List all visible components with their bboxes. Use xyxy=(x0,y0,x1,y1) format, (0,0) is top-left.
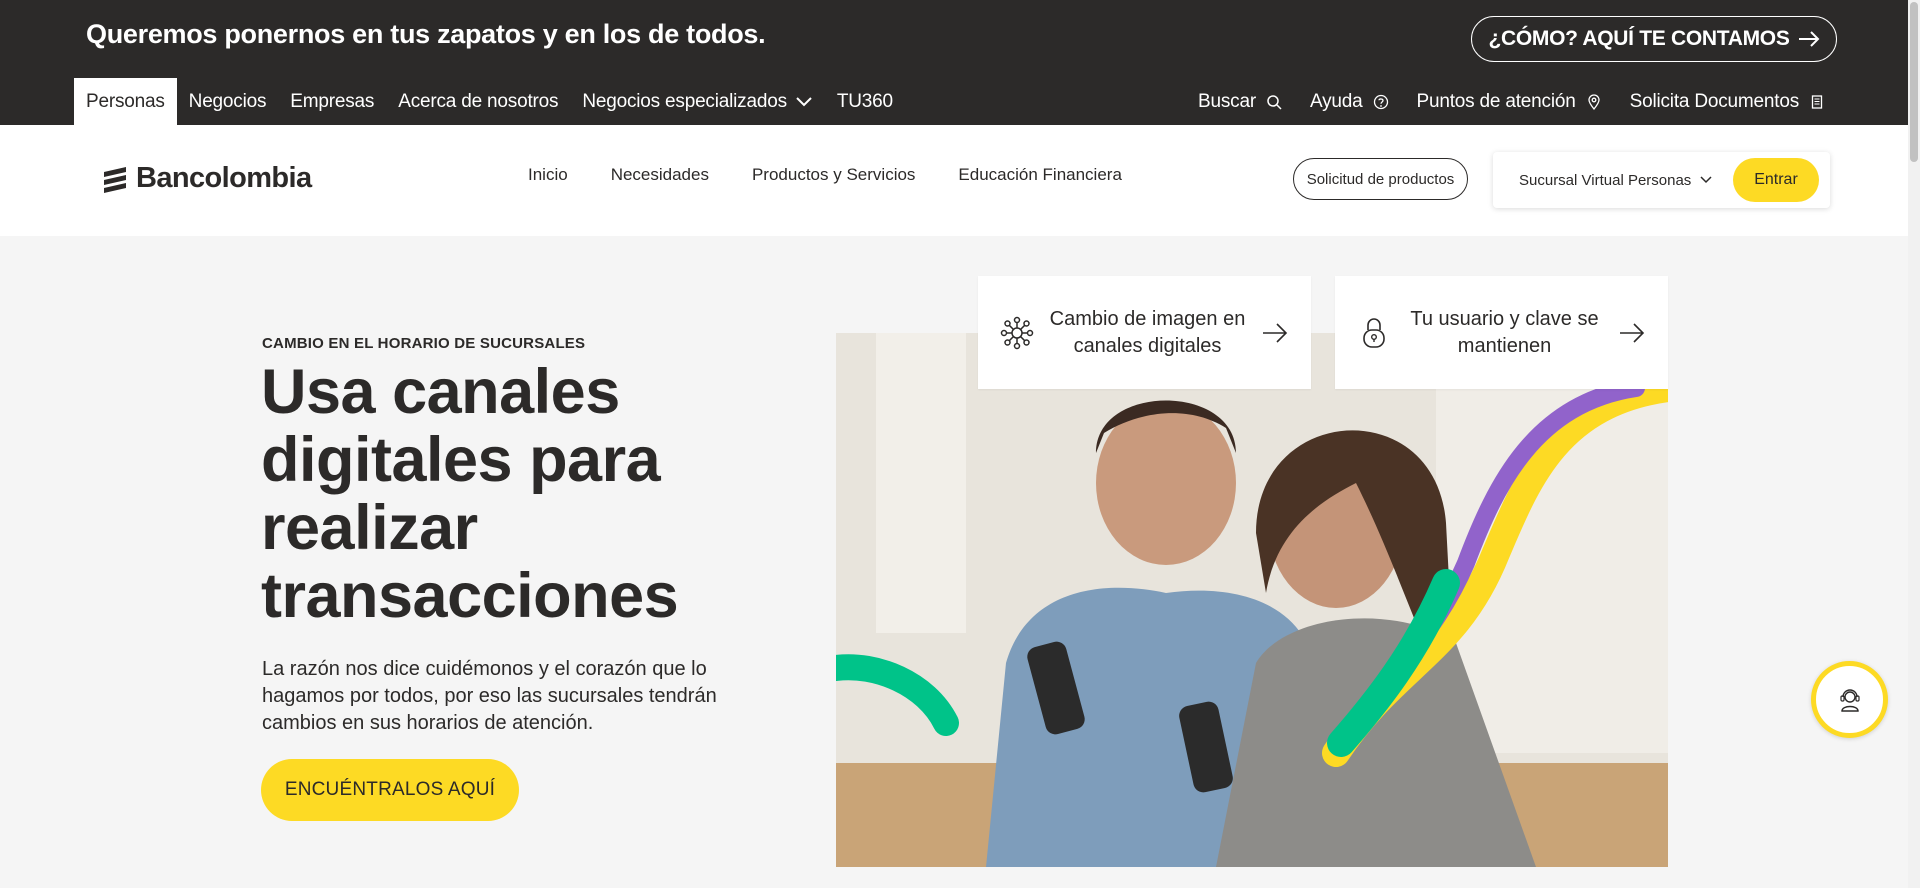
product-request-button[interactable]: Solicitud de productos xyxy=(1293,158,1468,200)
login-box: Sucursal Virtual Personas Entrar xyxy=(1493,152,1830,208)
hero-photo-illustration xyxy=(836,333,1668,867)
location-pin-icon xyxy=(1587,93,1600,110)
document-icon xyxy=(1811,94,1823,109)
segment-label: Empresas xyxy=(290,90,375,112)
help-link[interactable]: Ayuda xyxy=(1310,91,1389,113)
arrow-right-icon xyxy=(1798,31,1819,47)
main-nav: Inicio Necesidades Productos y Servicios… xyxy=(528,165,1122,185)
lock-icon xyxy=(1363,317,1385,348)
tagline: Queremos ponernos en tus zapatos y en lo… xyxy=(86,19,766,49)
segment-label: Negocios especializados xyxy=(582,90,787,112)
segment-label: Negocios xyxy=(188,90,267,112)
segment-label: TU360 xyxy=(836,90,893,112)
card-user-password[interactable]: Tu usuario y clave se mantienen xyxy=(1335,276,1668,389)
bancolombia-logo-icon xyxy=(104,166,126,193)
network-icon xyxy=(1000,316,1034,349)
main-header: Bancolombia Inicio Necesidades Productos… xyxy=(0,125,1920,236)
nav-educacion-financiera[interactable]: Educación Financiera xyxy=(958,165,1121,185)
card-image-change[interactable]: Cambio de imagen en canales digitales xyxy=(978,276,1311,389)
request-documents-label: Solicita Documentos xyxy=(1629,90,1800,112)
search-label: Buscar xyxy=(1198,90,1256,112)
login-button[interactable]: Entrar xyxy=(1733,158,1819,202)
search-icon xyxy=(1267,94,1282,110)
segment-label: Acerca de nosotros xyxy=(398,90,559,112)
segment-label: Personas xyxy=(86,90,165,112)
search-link[interactable]: Buscar xyxy=(1198,91,1282,113)
help-icon xyxy=(1373,94,1388,109)
nav-inicio[interactable]: Inicio xyxy=(528,165,568,185)
how-we-tell-you-button[interactable]: ¿CÓMO? AQUÍ TE CONTAMOS xyxy=(1471,16,1837,62)
segment-nav: Personas Negocios Empresas Acerca de nos… xyxy=(74,78,905,125)
chevron-down-icon xyxy=(796,96,812,106)
bancolombia-logo[interactable]: Bancolombia xyxy=(100,162,312,195)
card-image-change-label: Cambio de imagen en canales digitales xyxy=(1049,307,1246,357)
utility-nav: Buscar Ayuda Puntos de atención Solicita… xyxy=(1198,78,1825,125)
segment-tu360[interactable]: TU360 xyxy=(825,78,905,125)
virtual-branch-label: Sucursal Virtual Personas xyxy=(1519,171,1692,189)
attention-points-label: Puntos de atención xyxy=(1416,90,1576,112)
request-documents-link[interactable]: Solicita Documentos xyxy=(1630,91,1825,113)
help-label: Ayuda xyxy=(1309,90,1363,112)
page-scrollbar-thumb[interactable] xyxy=(1910,2,1918,162)
brand-name: Bancolombia xyxy=(136,162,312,194)
support-chat-button[interactable] xyxy=(1811,661,1888,738)
hero-kicker: CAMBIO EN EL HORARIO DE SUCURSALES xyxy=(262,335,586,352)
arrow-right-icon xyxy=(1620,322,1645,343)
segment-negocios-especializados[interactable]: Negocios especializados xyxy=(570,78,825,125)
chevron-down-icon xyxy=(1700,176,1712,184)
virtual-branch-select[interactable]: Sucursal Virtual Personas xyxy=(1519,152,1713,208)
nav-productos-servicios[interactable]: Productos y Servicios xyxy=(752,165,915,185)
segment-personas[interactable]: Personas xyxy=(74,78,177,125)
hero-description: La razón nos dice cuidémonos y el corazó… xyxy=(262,658,717,734)
find-them-here-button[interactable]: ENCUÉNTRALOS AQUÍ xyxy=(261,759,519,821)
card-user-password-label: Tu usuario y clave se mantienen xyxy=(1410,307,1599,357)
support-agent-icon xyxy=(1839,688,1860,712)
attention-points-link[interactable]: Puntos de atención xyxy=(1417,91,1602,113)
segment-acerca[interactable]: Acerca de nosotros xyxy=(386,78,570,125)
hero-title: Usa canales digitales para realizar tran… xyxy=(261,357,679,631)
how-we-tell-you-label: ¿CÓMO? AQUÍ TE CONTAMOS xyxy=(1488,27,1790,50)
hero-image xyxy=(836,333,1668,867)
segment-empresas[interactable]: Empresas xyxy=(278,78,386,125)
segment-negocios[interactable]: Negocios xyxy=(177,78,279,125)
nav-necesidades[interactable]: Necesidades xyxy=(611,165,709,185)
top-bar: Queremos ponernos en tus zapatos y en lo… xyxy=(0,0,1920,125)
arrow-right-icon xyxy=(1263,322,1288,343)
